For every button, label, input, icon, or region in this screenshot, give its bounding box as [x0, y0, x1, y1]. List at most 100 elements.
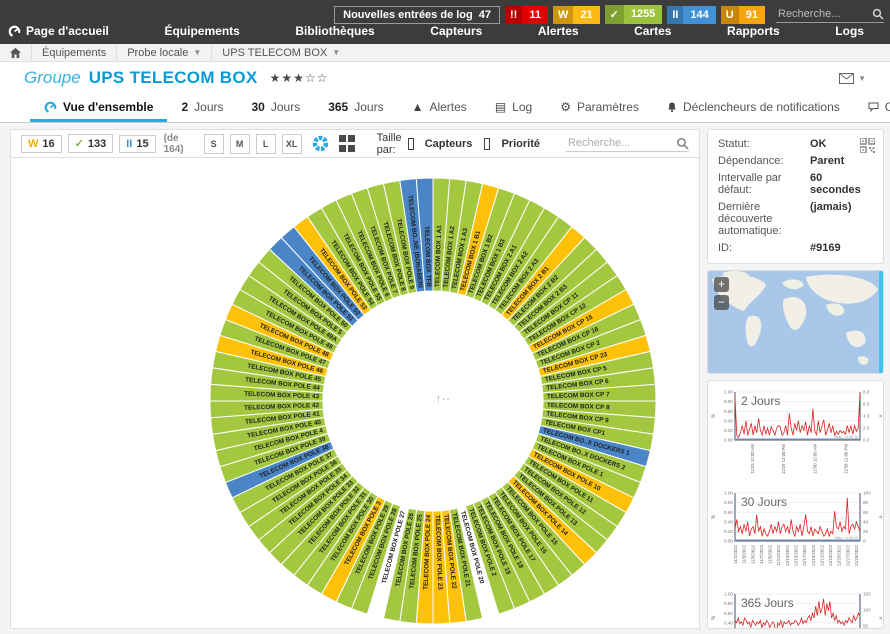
filter-paused[interactable]: II 15 — [119, 135, 155, 153]
badge-unusual[interactable]: U91 — [721, 6, 765, 24]
filter-ok[interactable]: ✓133 — [68, 134, 114, 153]
svg-text:100: 100 — [863, 608, 871, 613]
tile-icon — [339, 145, 346, 152]
svg-text:0.60: 0.60 — [724, 611, 733, 616]
svg-text:0.00: 0.00 — [724, 438, 733, 443]
svg-text:%: % — [711, 514, 717, 519]
nav-home[interactable]: Page d'accueil — [8, 24, 109, 38]
envelope-icon — [839, 73, 854, 84]
badge-error[interactable]: !!11 — [505, 6, 548, 24]
tab-alerts[interactable]: ▲Alertes — [398, 91, 481, 122]
tab-log[interactable]: ▤Log — [481, 91, 546, 122]
svg-text:0.60: 0.60 — [724, 409, 733, 414]
svg-text:11/25/2022: 11/25/2022 — [837, 544, 842, 566]
new-log-entries-button[interactable]: Nouvelles entrées de log 47 — [334, 6, 500, 24]
breadcrumb-probe[interactable]: Probe locale▼ — [117, 44, 212, 61]
size-m-button[interactable]: M — [230, 134, 250, 154]
tab-alerts-label: Alertes — [429, 100, 466, 114]
svg-text:0.20: 0.20 — [724, 529, 733, 534]
badge-paused[interactable]: II144 — [667, 6, 715, 24]
svg-text:%: % — [711, 413, 717, 418]
svg-text:11/21/2022: 11/21/2022 — [819, 544, 824, 566]
badge-warning[interactable]: W21 — [553, 6, 600, 24]
prtg-gauge-icon — [8, 25, 21, 38]
search-icon[interactable] — [676, 137, 689, 150]
graph-2-days[interactable]: 1.000.800.600.400.200.008.06.04.02.00.01… — [710, 385, 881, 484]
svg-text:#: # — [877, 516, 882, 519]
status-row: Statut:OK — [718, 138, 875, 150]
nav-devices-label: Équipements — [164, 24, 239, 38]
checkbox-priority[interactable] — [484, 138, 490, 150]
svg-text:#: # — [877, 617, 882, 620]
main-panel: W16 ✓133 II 15 (de 164) S M L XL Taille p… — [10, 129, 700, 629]
tab-settings[interactable]: ⚙Paramètres — [546, 91, 653, 122]
nav-maps[interactable]: Cartes — [634, 24, 671, 38]
geo-map[interactable]: + − — [707, 270, 884, 374]
priority-stars[interactable]: ★★★☆☆ — [270, 71, 329, 85]
tile-icon — [348, 145, 355, 152]
size-l-button[interactable]: L — [256, 134, 276, 154]
nav-reports[interactable]: Rapports — [727, 24, 780, 38]
svg-text:0: 0 — [863, 539, 866, 544]
svg-text:11/23/2022: 11/23/2022 — [828, 544, 833, 566]
nav-maps-label: Cartes — [634, 24, 671, 38]
svg-text:Max : 0.00 %: Max : 0.00 % — [835, 535, 859, 540]
size-s-button[interactable]: S — [204, 134, 224, 154]
map-zoom-in-button[interactable]: + — [714, 277, 729, 292]
breadcrumb-home[interactable] — [0, 44, 32, 61]
tab-comments[interactable]: Commentaires — [854, 91, 890, 122]
nav-devices[interactable]: Équipements — [164, 24, 239, 38]
global-search-input[interactable] — [776, 6, 872, 22]
interval-value: 60 secondes — [810, 172, 875, 196]
nav-alerts[interactable]: Alertes — [538, 24, 579, 38]
breadcrumb-group[interactable]: UPS TELECOM BOX▼ — [212, 44, 350, 61]
sunburst-chart[interactable]: TELECOM BOX 1 A1TELECOM BOX 1 A2TELECOM … — [11, 158, 699, 634]
view-toolbar: W16 ✓133 II 15 (de 164) S M L XL Taille p… — [11, 130, 699, 158]
checkbox-sensors[interactable] — [408, 138, 414, 150]
checkbox-priority-label[interactable]: Priorité — [501, 138, 540, 150]
total-count: (de 164) — [164, 133, 184, 155]
svg-text:11/9/2022: 11/9/2022 — [768, 544, 773, 563]
pause-icon: II — [667, 6, 683, 24]
checkbox-sensors-label[interactable]: Capteurs — [425, 138, 473, 150]
breadcrumb-devices[interactable]: Équipements — [32, 44, 117, 61]
tab-overview[interactable]: Vue d'ensemble — [30, 91, 167, 122]
svg-text:11/19/2022: 11/19/2022 — [811, 544, 816, 566]
tab-notification-triggers[interactable]: Déclencheurs de notifications — [653, 91, 854, 122]
tab-comments-label: Commentaires — [885, 100, 890, 114]
nav-logs[interactable]: Logs — [835, 24, 864, 38]
tab-bar: Vue d'ensemble 2Jours 30Jours 365Jours ▲… — [0, 91, 890, 123]
breadcrumb-devices-label: Équipements — [42, 47, 106, 59]
nav-sensors[interactable]: Capteurs — [430, 24, 482, 38]
log-list-icon: ▤ — [495, 101, 506, 113]
tiles-view-button[interactable] — [339, 135, 355, 153]
tile-icon — [348, 135, 355, 142]
paused-filter-count: 15 — [136, 138, 148, 150]
search-icon[interactable] — [872, 8, 884, 20]
svg-text:80: 80 — [863, 500, 869, 505]
svg-text:1.00: 1.00 — [724, 390, 733, 395]
size-xl-button[interactable]: XL — [282, 134, 302, 154]
svg-text:30 Jours: 30 Jours — [741, 495, 787, 509]
tab-365-days-label: Jours — [354, 100, 383, 114]
nav-libraries[interactable]: Bibliothèques — [295, 24, 374, 38]
pause-icon: II — [126, 138, 132, 150]
status-panel: Statut:OK Dépendance:Parent Intervalle p… — [707, 129, 884, 264]
badge-ok[interactable]: ✓1255 — [605, 5, 663, 24]
sidebar: Statut:OK Dépendance:Parent Intervalle p… — [707, 129, 884, 629]
graph-30-days[interactable]: 1.000.800.600.400.200.0010080604020011/1… — [710, 486, 881, 585]
filter-warning[interactable]: W16 — [21, 135, 62, 153]
tab-365-days[interactable]: 365Jours — [314, 91, 397, 122]
size-by-label: Taille par: — [377, 132, 402, 156]
svg-text:100: 100 — [863, 491, 871, 496]
qr-code-icon[interactable] — [860, 138, 875, 153]
tab-30-days[interactable]: 30Jours — [237, 91, 314, 122]
tile-icon — [339, 135, 346, 142]
gauge-icon — [44, 101, 57, 114]
tab-2-days[interactable]: 2Jours — [167, 91, 237, 122]
panel-search-input[interactable] — [566, 135, 676, 151]
mail-menu[interactable]: ▼ — [839, 73, 866, 84]
graph-365-days[interactable]: 1.000.800.600.400.200.0015010050012/1/20… — [710, 587, 881, 629]
sunburst-view-button[interactable] — [312, 135, 329, 153]
map-zoom-out-button[interactable]: − — [714, 295, 729, 310]
